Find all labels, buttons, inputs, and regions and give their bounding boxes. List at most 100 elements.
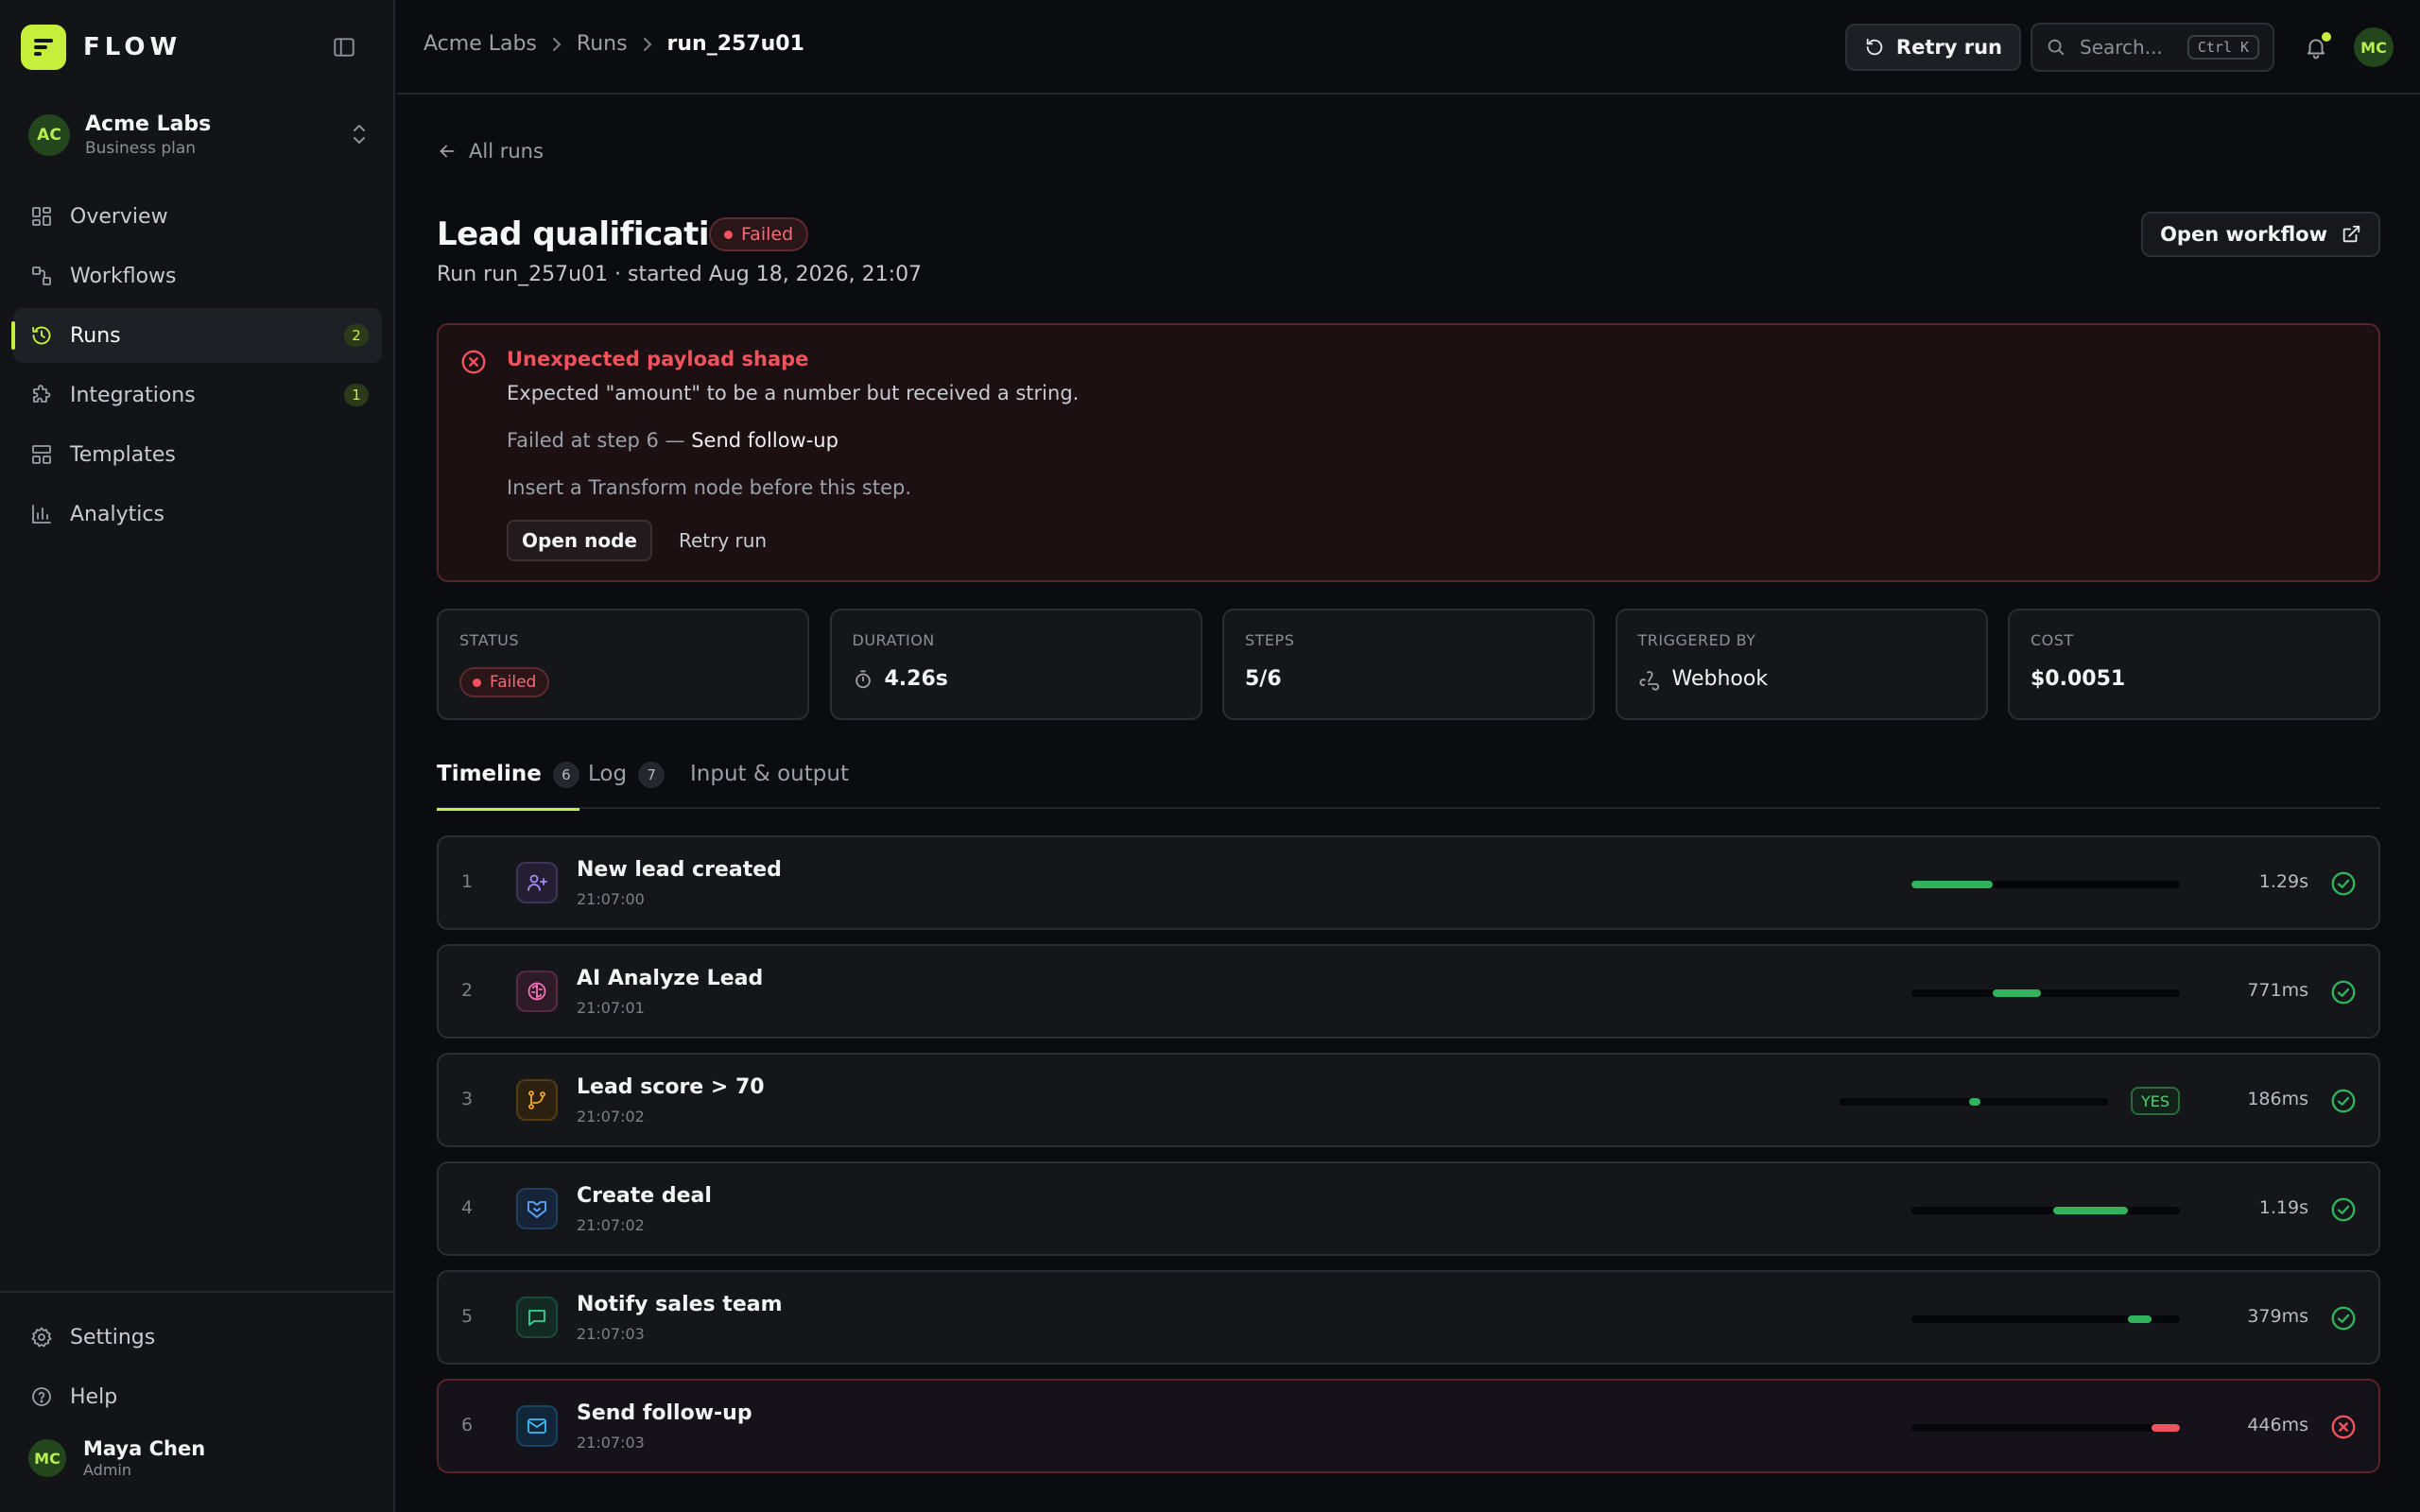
sidebar-item-label: Templates: [70, 442, 176, 467]
tab-count: 6: [552, 762, 579, 788]
status-dot: [724, 230, 733, 239]
history-icon: [28, 322, 55, 349]
step-name: Notify sales team: [577, 1293, 783, 1316]
main-nav: Overview Workflows Runs 2 Integrations 1…: [11, 189, 382, 546]
status-badge: Failed: [709, 217, 809, 251]
alert-hint: Insert a Transform node before this step…: [507, 476, 912, 499]
tab-label: Timeline: [437, 762, 542, 786]
step-name: Create deal: [577, 1184, 712, 1208]
workspace-name: Acme Labs: [85, 112, 212, 136]
tab-timeline[interactable]: Timeline 6: [437, 750, 579, 811]
step-timestamp: 21:07:01: [577, 999, 645, 1017]
breadcrumb: Acme Labs Runs run_257u01: [424, 32, 804, 56]
step-duration-bar: [2053, 1207, 2128, 1214]
stat-label: DURATION: [852, 631, 935, 649]
sidebar-item-workflows[interactable]: Workflows: [13, 249, 382, 303]
stat-label: STEPS: [1245, 631, 1295, 649]
step-duration: 446ms: [2247, 1415, 2308, 1435]
timeline-step[interactable]: 1 New lead created 21:07:00 1.29s: [437, 835, 2380, 930]
failed-node-name: Send follow-up: [691, 429, 838, 452]
notifications-button[interactable]: [2297, 28, 2335, 66]
brand[interactable]: FLOW: [21, 25, 182, 70]
step-duration: 771ms: [2247, 980, 2308, 1001]
timeline-list: 1 New lead created 21:07:00 1.29s 2 AI A…: [437, 835, 2380, 1487]
search-shortcut: Ctrl K: [2187, 35, 2259, 60]
flow-logo-icon: [21, 25, 66, 70]
timeline-step[interactable]: 6 Send follow-up 21:07:03 446ms: [437, 1379, 2380, 1473]
tab-log[interactable]: Log 7: [588, 750, 666, 809]
stat-card-trigger: TRIGGERED BY Webhook: [1615, 609, 1988, 720]
step-duration-track: [1911, 1424, 2180, 1432]
open-workflow-button[interactable]: Open workflow: [2141, 212, 2380, 257]
search-input[interactable]: Search... Ctrl K: [2031, 23, 2274, 72]
timeline-step[interactable]: 3 Lead score > 70 21:07:02 YES 186ms: [437, 1053, 2380, 1147]
step-name: New lead created: [577, 858, 782, 882]
brand-name: FLOW: [83, 33, 182, 61]
alert-title: Unexpected payload shape: [507, 348, 809, 370]
avatar[interactable]: MC: [2354, 27, 2394, 67]
alert-retry-button[interactable]: Retry run: [667, 520, 778, 561]
topbar: Acme Labs Runs run_257u01 Retry run Sear…: [397, 0, 2420, 94]
timeline-step[interactable]: 2 AI Analyze Lead 21:07:01 771ms: [437, 944, 2380, 1039]
stat-label: COST: [2031, 631, 2074, 649]
sidebar-toggle-icon[interactable]: [327, 30, 361, 64]
retry-run-button[interactable]: Retry run: [1844, 24, 2021, 71]
step-duration-bar: [1993, 989, 2041, 997]
step-duration: 1.29s: [2258, 871, 2308, 892]
step-number: 1: [461, 871, 474, 892]
stat-card-cost: COST $0.0051: [2008, 609, 2380, 720]
sidebar-item-overview[interactable]: Overview: [13, 189, 382, 244]
step-timestamp: 21:07:03: [577, 1325, 645, 1343]
branch-result-badge: YES: [2130, 1087, 2180, 1115]
breadcrumb-workspace[interactable]: Acme Labs: [424, 32, 537, 56]
back-to-runs-link[interactable]: All runs: [437, 140, 544, 163]
alert-message: Expected "amount" to be a number but rec…: [507, 382, 1080, 404]
external-link-icon: [2341, 224, 2361, 245]
sidebar-item-label: Runs: [70, 323, 121, 348]
step-timestamp: 21:07:00: [577, 890, 645, 908]
notification-dot: [2322, 32, 2331, 42]
open-workflow-label: Open workflow: [2160, 223, 2327, 246]
handshake-icon: [516, 1188, 558, 1229]
step-number: 6: [461, 1415, 474, 1435]
timeline-step[interactable]: 4 Create deal 21:07:02 1.19s: [437, 1161, 2380, 1256]
error-circle-icon: [2329, 1413, 2358, 1441]
sidebar: FLOW AC Acme Labs Business plan Overview…: [0, 0, 395, 1512]
template-icon: [28, 441, 55, 468]
retry-run-label: Retry run: [1895, 36, 2002, 59]
check-circle-icon: [2329, 1087, 2358, 1115]
check-circle-icon: [2329, 1304, 2358, 1332]
step-duration-bar: [1911, 881, 1993, 888]
stat-value: Webhook: [1671, 667, 1769, 691]
sidebar-item-label: Settings: [70, 1325, 156, 1349]
page-title: Lead qualification: [437, 215, 753, 253]
stat-label: STATUS: [459, 631, 520, 649]
tab-count: 7: [638, 762, 666, 788]
user-role: Admin: [83, 1461, 131, 1479]
step-duration-track: [1911, 1315, 2180, 1323]
tab-input-output[interactable]: Input & output: [690, 750, 849, 809]
error-alert: Unexpected payload shape Expected "amoun…: [437, 323, 2380, 582]
sidebar-item-templates[interactable]: Templates: [13, 427, 382, 482]
alert-failed-step: Failed at step 6 — Send follow-up: [507, 429, 838, 452]
sidebar-item-label: Integrations: [70, 383, 196, 407]
user-profile[interactable]: MC Maya Chen Admin: [28, 1436, 205, 1480]
branch-icon: [516, 1079, 558, 1121]
open-node-button[interactable]: Open node: [507, 520, 652, 561]
step-duration-bar: [1969, 1098, 1980, 1106]
sidebar-item-integrations[interactable]: Integrations 1: [13, 368, 382, 422]
sidebar-item-help[interactable]: Help: [13, 1369, 382, 1424]
step-duration-track: [1911, 881, 2180, 888]
workspace-plan: Business plan: [85, 139, 197, 158]
sidebar-item-settings[interactable]: Settings: [13, 1310, 382, 1365]
sidebar-item-label: Analytics: [70, 502, 164, 526]
message-icon: [516, 1297, 558, 1338]
step-duration-track: [1840, 1098, 2108, 1106]
sidebar-item-analytics[interactable]: Analytics: [13, 487, 382, 541]
sidebar-item-runs[interactable]: Runs 2: [11, 308, 382, 363]
timeline-step[interactable]: 5 Notify sales team 21:07:03 379ms: [437, 1270, 2380, 1365]
step-duration-bar: [2128, 1315, 2152, 1323]
stat-value: $0.0051: [2031, 667, 2126, 691]
workspace-switcher[interactable]: AC Acme Labs Business plan: [28, 106, 371, 164]
breadcrumb-runs[interactable]: Runs: [577, 32, 628, 56]
